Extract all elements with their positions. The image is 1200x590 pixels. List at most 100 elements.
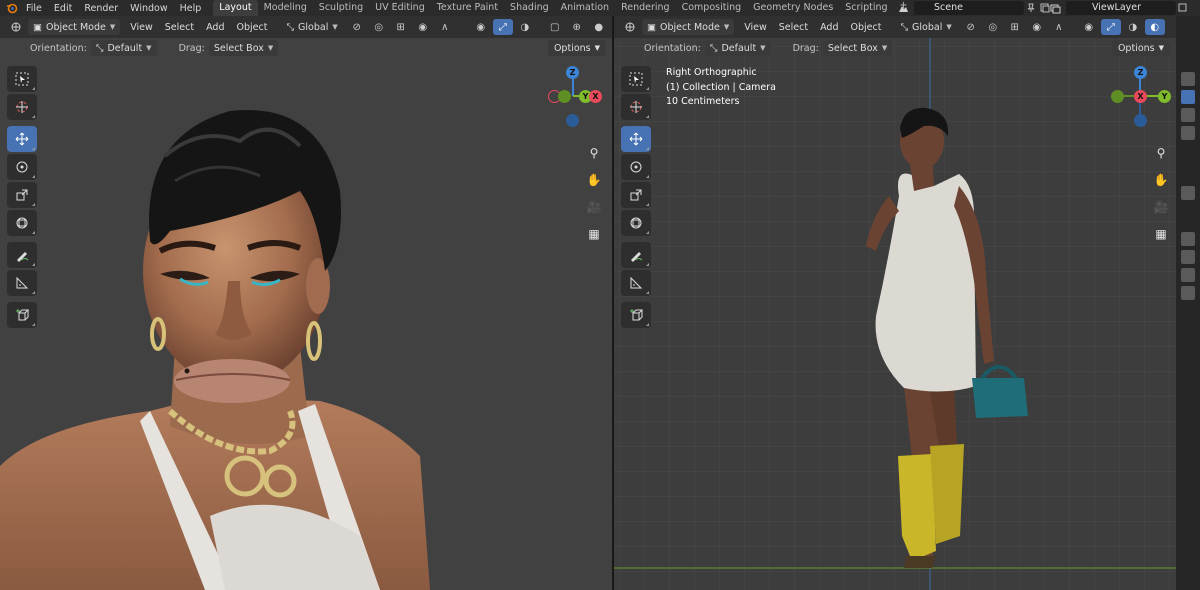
right-options-button[interactable]: Options ▼	[1111, 40, 1170, 56]
right-grid-view-icon[interactable]: ▦	[1150, 223, 1172, 245]
view-layer-name-field[interactable]: ViewLayer	[1066, 1, 1176, 15]
outliner-camera-icon-4[interactable]	[1181, 126, 1195, 140]
properties-tab-icon-3[interactable]	[1181, 268, 1195, 282]
tab-compositing[interactable]: Compositing	[676, 0, 748, 16]
view-layer-icon[interactable]	[1048, 1, 1062, 15]
right-pan-hand-icon[interactable]: ✋	[1150, 169, 1172, 191]
right-object-mode-dropdown[interactable]: ▣ Object Mode ▼	[642, 19, 735, 35]
blender-logo-icon[interactable]	[4, 0, 20, 16]
right-navigation-gizmo[interactable]: Z X Y	[1108, 66, 1172, 130]
move-tool[interactable]	[7, 126, 37, 152]
gizmo-toggle-icon[interactable]: ⤢	[492, 19, 513, 35]
menu-help[interactable]: Help	[174, 3, 208, 14]
right-visibility-eye-icon[interactable]: ◉	[1079, 19, 1099, 35]
right-3d-viewport[interactable]: ▣ Object Mode ▼ View Select Add Object ⤡ …	[614, 16, 1176, 590]
visibility-eye-icon[interactable]: ◉	[471, 19, 491, 35]
right-cursor-tool[interactable]	[621, 94, 651, 120]
xray-icon[interactable]: ▢	[545, 19, 565, 35]
solid-shading-icon[interactable]: ●	[589, 19, 609, 35]
scale-tool[interactable]	[7, 182, 37, 208]
right-pivot-icon[interactable]: ⊘	[961, 19, 981, 35]
right-gizmo-x-axis[interactable]: X	[1134, 90, 1147, 103]
perspective-toggle-icon[interactable]: ▦	[583, 223, 605, 245]
right-annotate-tool[interactable]	[621, 242, 651, 268]
right-gizmo-y-axis[interactable]: Y	[1158, 90, 1171, 103]
tab-modeling[interactable]: Modeling	[258, 0, 313, 16]
left-options-button[interactable]: Options ▼	[547, 40, 606, 56]
proportional-edit-icon[interactable]: ◉	[413, 19, 433, 35]
annotate-tool[interactable]	[7, 242, 37, 268]
menu-edit[interactable]: Edit	[48, 3, 78, 14]
right-drag-dropdown[interactable]: Select Box ▼	[822, 40, 893, 56]
right-menu-select[interactable]: Select	[779, 22, 808, 33]
pin-icon[interactable]	[1024, 1, 1038, 15]
right-editor-type-icon[interactable]	[620, 19, 640, 35]
tab-animation[interactable]: Animation	[555, 0, 615, 16]
scene-icon[interactable]	[896, 1, 910, 15]
left-gizmo-neg-y-axis[interactable]	[558, 90, 571, 103]
tab-sculpting[interactable]: Sculpting	[313, 0, 369, 16]
rotate-tool[interactable]	[7, 154, 37, 180]
right-zoom-icon[interactable]: ⚲	[1150, 142, 1172, 164]
outliner-camera-icon-2[interactable]	[1181, 90, 1195, 104]
right-orientation-dropdown[interactable]: ⤡ Default ▼	[704, 40, 771, 56]
right-select-box-tool[interactable]	[621, 66, 651, 92]
tab-uv-editing[interactable]: UV Editing	[369, 0, 431, 16]
right-measure-tool[interactable]	[621, 270, 651, 296]
snap-icon[interactable]: ◎	[369, 19, 389, 35]
menu-file[interactable]: File	[20, 3, 48, 14]
transform-tool[interactable]	[7, 210, 37, 236]
left-gizmo-x-axis[interactable]: X	[589, 90, 602, 103]
right-scale-tool[interactable]	[621, 182, 651, 208]
right-gizmo-toggle-icon[interactable]: ⤢	[1100, 19, 1121, 35]
right-falloff-icon[interactable]: ∧	[1049, 19, 1069, 35]
outliner-camera-icon[interactable]	[1181, 72, 1195, 86]
right-proportional-edit-icon[interactable]: ◉	[1027, 19, 1047, 35]
right-xray-icon[interactable]: ◐	[1144, 19, 1165, 35]
menu-window[interactable]: Window	[124, 3, 173, 14]
left-menu-view[interactable]: View	[130, 22, 153, 33]
pivot-icon[interactable]: ⊘	[347, 19, 367, 35]
left-transform-orientation-dropdown[interactable]: ⤡ Global ▼	[281, 19, 342, 35]
tab-layout[interactable]: Layout	[213, 0, 258, 16]
right-rotate-tool[interactable]	[621, 154, 651, 180]
tab-shading[interactable]: Shading	[504, 0, 555, 16]
wireframe-shading-icon[interactable]: ⊕	[567, 19, 587, 35]
right-transform-tool[interactable]	[621, 210, 651, 236]
right-overlay-icon[interactable]: ◑	[1123, 19, 1143, 35]
pan-hand-icon[interactable]: ✋	[583, 169, 605, 191]
tab-geometry-nodes[interactable]: Geometry Nodes	[747, 0, 839, 16]
right-menu-add[interactable]: Add	[820, 22, 838, 33]
tab-texture-paint[interactable]: Texture Paint	[431, 0, 504, 16]
overlay-icon[interactable]: ◑	[515, 19, 535, 35]
right-add-cube-tool[interactable]	[621, 302, 651, 328]
tab-rendering[interactable]: Rendering	[615, 0, 676, 16]
left-gizmo-z-axis[interactable]: Z	[566, 66, 579, 79]
snap-target-icon[interactable]: ⊞	[391, 19, 411, 35]
outliner-camera-icon-3[interactable]	[1181, 108, 1195, 122]
left-navigation-gizmo[interactable]: Z Y X	[545, 66, 609, 130]
falloff-icon[interactable]: ∧	[435, 19, 455, 35]
scene-name-field[interactable]: Scene	[914, 1, 1024, 15]
outliner-camera-icon-5[interactable]	[1181, 186, 1195, 200]
right-snap-icon[interactable]: ◎	[983, 19, 1003, 35]
add-cube-tool[interactable]	[7, 302, 37, 328]
left-drag-dropdown[interactable]: Select Box ▼	[208, 40, 279, 56]
right-transform-orientation-dropdown[interactable]: ⤡ Global ▼	[895, 19, 956, 35]
right-gizmo-z-axis[interactable]: Z	[1134, 66, 1147, 79]
zoom-icon[interactable]: ⚲	[583, 142, 605, 164]
camera-view-icon[interactable]: 🎥	[583, 196, 605, 218]
tab-scripting[interactable]: Scripting	[839, 0, 893, 16]
right-menu-view[interactable]: View	[744, 22, 767, 33]
left-orientation-dropdown[interactable]: ⤡ Default ▼	[90, 40, 157, 56]
new-view-layer-icon[interactable]	[1176, 1, 1190, 15]
left-gizmo-neg-z-axis[interactable]	[566, 114, 579, 127]
editor-type-icon[interactable]	[6, 19, 26, 35]
cursor-tool[interactable]	[7, 94, 37, 120]
left-menu-add[interactable]: Add	[206, 22, 224, 33]
right-move-tool[interactable]	[621, 126, 651, 152]
measure-tool[interactable]	[7, 270, 37, 296]
properties-tab-icon-4[interactable]	[1181, 286, 1195, 300]
menu-render[interactable]: Render	[78, 3, 124, 14]
select-box-tool[interactable]	[7, 66, 37, 92]
